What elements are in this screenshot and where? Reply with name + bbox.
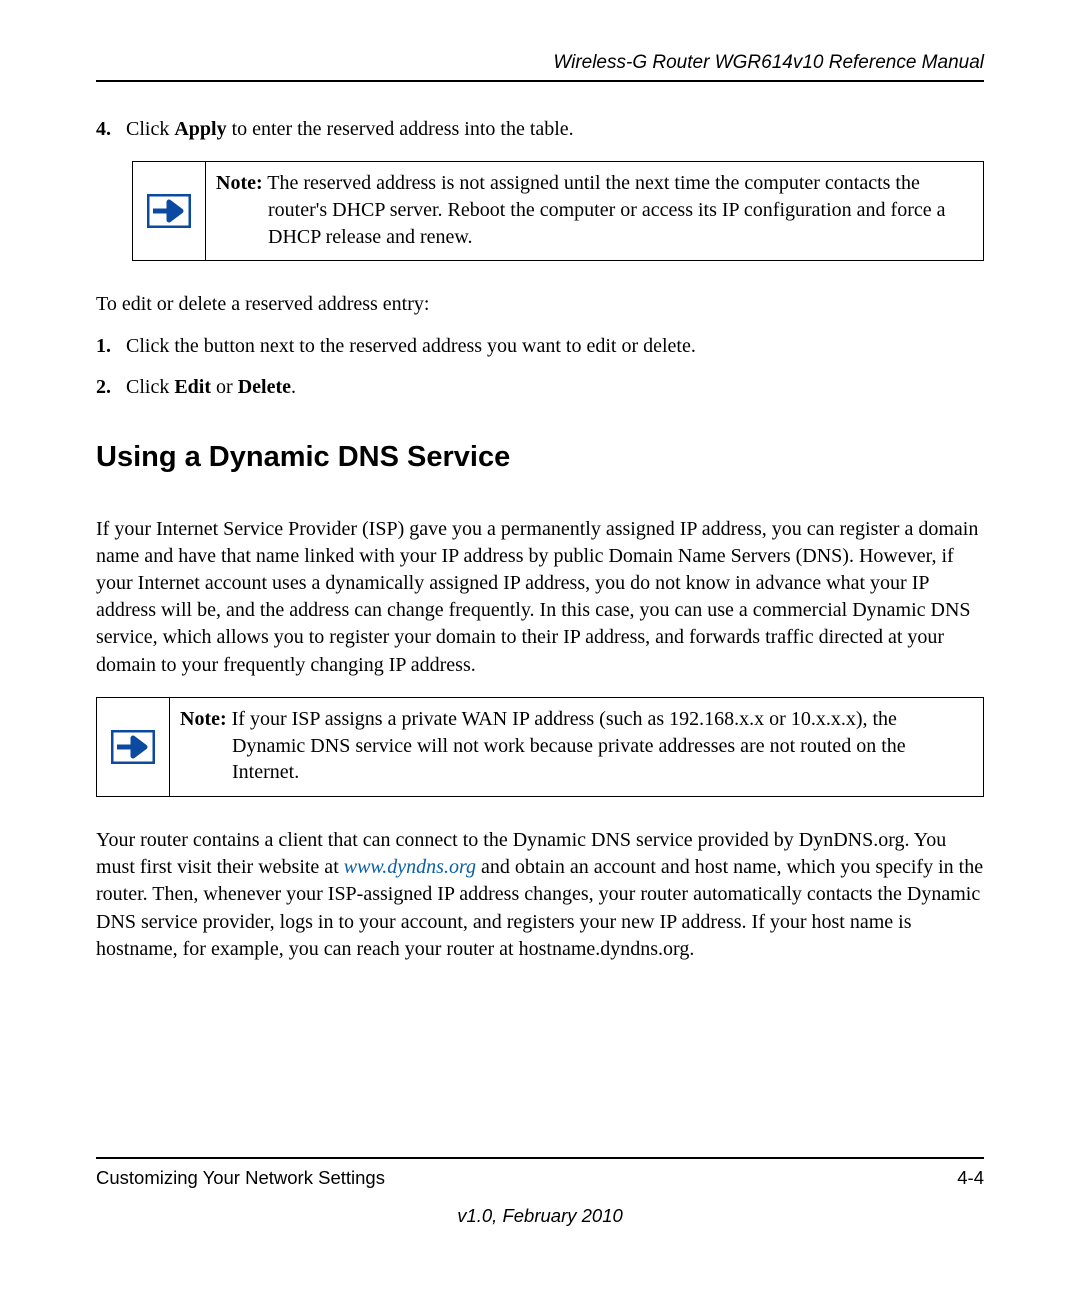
ddns-paragraph-2: Your router contains a client that can c…	[96, 827, 984, 963]
note-label: Note:	[216, 172, 263, 194]
step-number: 1.	[96, 333, 126, 360]
bold-text: Apply	[174, 118, 226, 140]
arrow-right-icon	[147, 194, 191, 228]
document-page: Wireless-G Router WGR614v10 Reference Ma…	[0, 0, 1080, 1267]
header-rule	[96, 80, 984, 82]
footer-version: v1.0, February 2010	[96, 1205, 984, 1227]
footer-rule	[96, 1157, 984, 1159]
note-box: Note: If your ISP assigns a private WAN …	[96, 697, 984, 797]
bold-text: Delete	[238, 376, 291, 398]
arrow-right-icon	[111, 730, 155, 764]
step-text: Click the button next to the reserved ad…	[126, 333, 984, 360]
text: Click	[126, 118, 174, 140]
text: Click	[126, 376, 174, 398]
note-text: Note: The reserved address is not assign…	[206, 162, 983, 260]
text: to enter the reserved address into the t…	[227, 118, 574, 140]
edit-intro: To edit or delete a reserved address ent…	[96, 291, 984, 318]
note-icon-cell	[133, 162, 206, 260]
footer-page: 4-4	[957, 1167, 984, 1189]
dyndns-link[interactable]: www.dyndns.org	[344, 856, 476, 878]
note-box: Note: The reserved address is not assign…	[132, 161, 984, 261]
note-body: If your ISP assigns a private WAN IP add…	[227, 708, 906, 784]
step-text: Click Edit or Delete.	[126, 374, 984, 401]
step-text: Click Apply to enter the reserved addres…	[126, 116, 984, 143]
note-text: Note: If your ISP assigns a private WAN …	[170, 698, 983, 796]
footer-row: Customizing Your Network Settings 4-4	[96, 1167, 984, 1189]
step-number: 2.	[96, 374, 126, 401]
running-header: Wireless-G Router WGR614v10 Reference Ma…	[96, 52, 984, 74]
note-icon-cell	[97, 698, 170, 796]
note-label: Note:	[180, 708, 227, 730]
text: or	[211, 376, 238, 398]
edit-step-2: 2. Click Edit or Delete.	[96, 374, 984, 401]
spacer	[96, 977, 984, 1157]
step-4: 4. Click Apply to enter the reserved add…	[96, 116, 984, 143]
note-body: The reserved address is not assigned unt…	[263, 172, 946, 248]
footer-section: Customizing Your Network Settings	[96, 1167, 385, 1189]
section-heading: Using a Dynamic DNS Service	[96, 441, 984, 474]
ddns-paragraph-1: If your Internet Service Provider (ISP) …	[96, 516, 984, 679]
edit-step-1: 1. Click the button next to the reserved…	[96, 333, 984, 360]
bold-text: Edit	[174, 376, 211, 398]
step-number: 4.	[96, 116, 126, 143]
text: .	[291, 376, 296, 398]
